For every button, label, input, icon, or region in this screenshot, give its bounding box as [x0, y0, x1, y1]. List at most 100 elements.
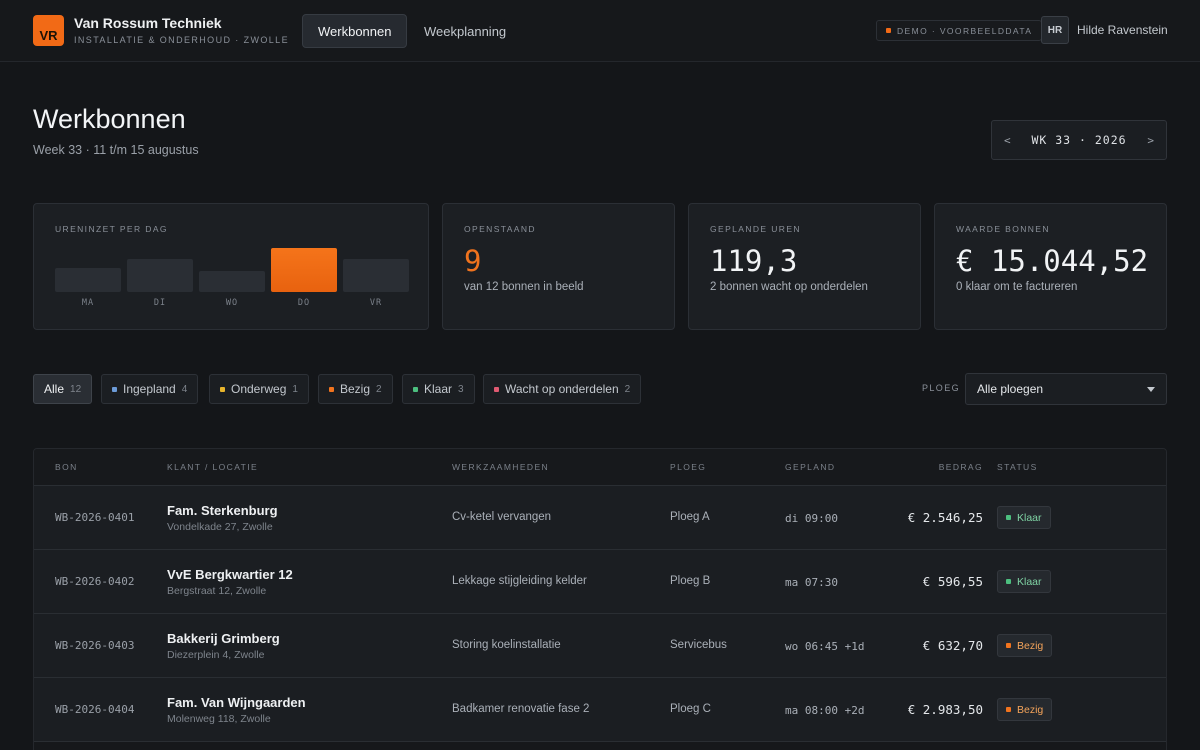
- chip-label: Onderweg: [231, 382, 287, 396]
- filter-chip-alle[interactable]: Alle 12: [33, 374, 93, 404]
- status-label: Klaar: [1017, 511, 1042, 524]
- chip-label: Alle: [44, 382, 65, 396]
- hours-bar-ma: [55, 268, 121, 292]
- status-dot-icon: [1006, 707, 1011, 712]
- status-badge: Klaar: [997, 570, 1051, 593]
- table-row[interactable]: WB-2026-0401 Fam. Sterkenburg Vondelkade…: [34, 486, 1166, 550]
- next-week-button[interactable]: >: [1147, 134, 1154, 147]
- card-label: OPENSTAAND: [464, 224, 536, 234]
- table-header: BON KLANT / LOCATIE WERKZAAMHEDEN PLOEG …: [34, 449, 1166, 486]
- bon-number: WB-2026-0402: [55, 575, 135, 588]
- hours-bar-chart: [55, 242, 409, 292]
- planned-hours-note: 2 bonnen wacht op onderdelen: [710, 281, 868, 293]
- tab-werkbonnen[interactable]: Werkbonnen: [302, 14, 408, 48]
- column-header-klant[interactable]: KLANT / LOCATIE: [167, 462, 258, 472]
- chevron-down-icon: [1147, 387, 1155, 392]
- werkbonnen-table: BON KLANT / LOCATIE WERKZAAMHEDEN PLOEG …: [33, 448, 1167, 750]
- status-dot-icon: [1006, 643, 1011, 648]
- demo-badge: DEMO · VOORBEELDDATA: [876, 20, 1043, 41]
- filter-chip-ingepland[interactable]: Ingepland 4: [101, 374, 199, 404]
- ploeg: Ploeg A: [670, 511, 710, 523]
- bedrag: € 2.983,50: [907, 702, 983, 717]
- bedrag: € 632,70: [922, 638, 983, 653]
- column-header-ploeg[interactable]: PLOEG: [670, 462, 706, 472]
- worth-note: 0 klaar om te factureren: [956, 281, 1078, 293]
- open-note: van 12 bonnen in beeld: [464, 281, 584, 293]
- hours-bar-di: [127, 259, 193, 292]
- hours-day-label: VR: [369, 298, 383, 308]
- gepland: ma 08:00 +2d: [785, 704, 865, 717]
- hours-day-label: MA: [81, 298, 95, 308]
- klant-name: VvE Bergkwartier 12: [167, 567, 293, 582]
- status-dot-icon: [1006, 579, 1011, 584]
- company-logo[interactable]: VR: [33, 15, 64, 46]
- status-label: Bezig: [1017, 639, 1044, 652]
- week-selector: < WK 33 · 2026 >: [991, 120, 1167, 160]
- klant-name: Bakkerij Grimberg: [167, 631, 280, 646]
- hours-bar-do: [271, 248, 337, 292]
- klant-name: Fam. Sterkenburg: [167, 503, 278, 518]
- ploeg-label: PLOEG: [922, 383, 961, 393]
- worth-card: WAARDE BONNEN € 15.044,52 0 klaar om te …: [934, 203, 1167, 330]
- status-badge: Bezig: [997, 634, 1053, 657]
- planned-hours-value: 119,3: [710, 244, 798, 278]
- tab-label: Weekplanning: [424, 23, 507, 39]
- avatar-initials: HR: [1047, 24, 1063, 36]
- hours-day-label: WO: [225, 298, 239, 308]
- column-header-status[interactable]: STATUS: [997, 462, 1038, 472]
- week-label: WK 33 · 2026: [1031, 133, 1127, 147]
- bon-number: WB-2026-0403: [55, 639, 135, 652]
- user-name[interactable]: Hilde Ravenstein: [1077, 23, 1168, 37]
- ploeg: Servicebus: [670, 639, 727, 651]
- table-row[interactable]: WB-2026-0404 Fam. Van Wijngaarden Molenw…: [34, 678, 1166, 742]
- column-header-bedrag[interactable]: BEDRAG: [939, 462, 983, 472]
- klant-location: Molenweg 118, Zwolle: [167, 713, 271, 725]
- demo-badge-label: DEMO · VOORBEELDDATA: [897, 25, 1033, 36]
- demo-dot-icon: [886, 28, 891, 33]
- bon-number: WB-2026-0401: [55, 511, 135, 524]
- ploeg-select[interactable]: Alle ploegen: [965, 373, 1167, 405]
- chip-count: 12: [70, 383, 82, 395]
- chip-label: Klaar: [424, 382, 453, 396]
- column-header-gepland[interactable]: GEPLAND: [785, 462, 835, 472]
- table-row[interactable]: WB-2026-0403 Bakkerij Grimberg Diezerple…: [34, 614, 1166, 678]
- prev-week-button[interactable]: <: [1004, 134, 1011, 147]
- page-subtitle: Week 33 · 11 t/m 15 augustus: [33, 143, 199, 157]
- planned-hours-card: GEPLANDE UREN 119,3 2 bonnen wacht op on…: [688, 203, 921, 330]
- status-label: Bezig: [1017, 703, 1044, 716]
- hours-day-label: DO: [297, 298, 311, 308]
- avatar[interactable]: HR: [1041, 16, 1069, 44]
- column-header-werkzaamheden[interactable]: WERKZAAMHEDEN: [452, 462, 549, 472]
- werkzaamheden: Badkamer renovatie fase 2: [452, 703, 590, 715]
- status-badge: Klaar: [997, 506, 1051, 529]
- klant-location: Vondelkade 27, Zwolle: [167, 521, 273, 533]
- klant-location: Diezerplein 4, Zwolle: [167, 649, 265, 661]
- page-title: Werkbonnen: [33, 104, 186, 134]
- filter-chip-klaar[interactable]: Klaar 3: [402, 374, 475, 404]
- worth-value: € 15.044,52: [956, 244, 1149, 278]
- bedrag: € 2.546,25: [907, 510, 983, 525]
- hours-bar-vr: [343, 259, 409, 292]
- top-bar: VR Van Rossum Techniek INSTALLATIE & OND…: [0, 0, 1200, 62]
- filter-chip-bezig[interactable]: Bezig 2: [318, 374, 393, 404]
- filter-chip-wacht-op-onderdelen[interactable]: Wacht op onderdelen 2: [483, 374, 642, 404]
- column-header-bon[interactable]: BON: [55, 462, 78, 472]
- ploeg-select-value: Alle ploegen: [977, 382, 1044, 396]
- werkzaamheden: Storing koelinstallatie: [452, 639, 561, 651]
- chip-label: Bezig: [340, 382, 371, 396]
- card-label: WAARDE BONNEN: [956, 224, 1050, 234]
- filter-chip-onderweg[interactable]: Onderweg 1: [209, 374, 309, 404]
- card-label: GEPLANDE UREN: [710, 224, 801, 234]
- chip-label: Wacht op onderdelen: [505, 382, 619, 396]
- chip-count: 1: [292, 383, 298, 395]
- gepland: di 09:00: [785, 512, 838, 525]
- klant-name: Fam. Van Wijngaarden: [167, 695, 306, 710]
- bedrag: € 596,55: [922, 574, 983, 589]
- tab-weekplanning[interactable]: Weekplanning: [409, 14, 521, 48]
- card-label: URENINZET PER DAG: [55, 224, 168, 234]
- klant-location: Bergstraat 12, Zwolle: [167, 585, 267, 597]
- tab-label: Werkbonnen: [318, 23, 392, 39]
- table-row[interactable]: WB-2026-0402 VvE Bergkwartier 12 Bergstr…: [34, 550, 1166, 614]
- werkzaamheden: Lekkage stijgleiding kelder: [452, 575, 587, 587]
- chip-count: 4: [181, 383, 188, 395]
